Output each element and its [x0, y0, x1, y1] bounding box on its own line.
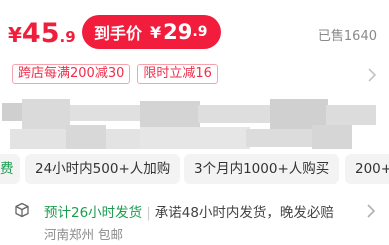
final-price-integer: 29	[163, 20, 193, 44]
blurred-title	[0, 97, 389, 151]
price-integer: 45	[21, 18, 60, 49]
final-price-currency: ¥	[150, 22, 162, 42]
current-price: ¥45.9	[8, 18, 76, 49]
price-row: ¥45.9 到手价 ¥29.9 已售1640	[0, 0, 389, 64]
coupon-list[interactable]: 跨店每满200减30 限时立减16	[12, 64, 218, 84]
promo-tag[interactable]: 24小时内500+人加购	[25, 154, 181, 184]
shipping-promise: 承诺48小时内发货，晚发必赔	[154, 205, 334, 221]
promo-tag[interactable]: 3个月内1000+人购买	[184, 154, 340, 184]
sold-count: 已售1640	[317, 29, 377, 44]
final-price-badge[interactable]: 到手价 ¥29.9	[82, 15, 222, 49]
chevron-right-icon[interactable]	[366, 204, 376, 218]
price-currency: ¥	[8, 23, 22, 47]
final-price-label: 到手价	[94, 24, 143, 43]
chevron-right-icon[interactable]	[367, 68, 377, 82]
shipping-info: 预计26小时发货 | 承诺48小时内发货，晚发必赔	[44, 201, 334, 221]
coupon-tag[interactable]: 限时立减16	[137, 64, 218, 84]
promo-tag[interactable]: 费	[0, 154, 20, 184]
shipping-row[interactable]: 预计26小时发货 | 承诺48小时内发货，晚发必赔 河南郑州 包邮	[0, 196, 389, 242]
coupon-tag[interactable]: 跨店每满200减30	[12, 64, 131, 84]
final-price-decimal: .9	[192, 24, 208, 40]
shipping-box-icon	[15, 202, 29, 218]
promo-tags: 费 24小时内500+人加购 3个月内1000+人购买 200+人	[0, 154, 389, 184]
shipping-separator: |	[146, 205, 151, 221]
shipping-eta: 预计26小时发货	[44, 205, 143, 221]
shipping-origin: 河南郑州 包邮	[44, 227, 123, 242]
price-decimal: .9	[59, 28, 76, 46]
promo-tag[interactable]: 200+人	[345, 154, 389, 184]
